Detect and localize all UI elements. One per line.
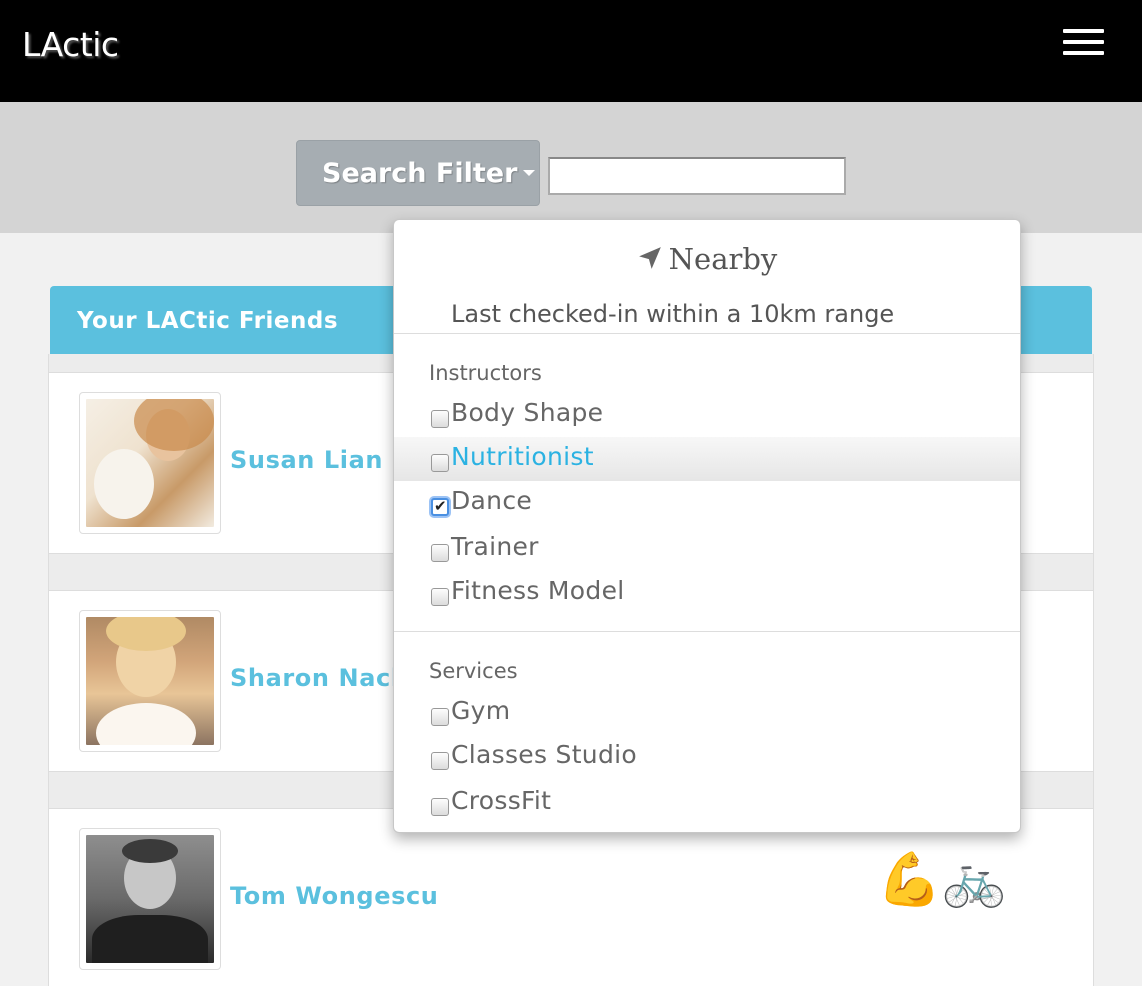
- option-trainer[interactable]: Trainer: [394, 527, 1020, 571]
- option-dance[interactable]: Dance: [394, 481, 1020, 525]
- search-filter-dropdown: Nearby Last checked-in within a 10km ran…: [393, 219, 1021, 833]
- option-nutritionist[interactable]: Nutritionist: [394, 437, 1020, 481]
- top-navbar: LActic: [0, 0, 1142, 102]
- friend-name-link[interactable]: Sharon Nach: [230, 664, 409, 692]
- friend-photo: [86, 617, 214, 745]
- friend-avatar[interactable]: [79, 828, 221, 970]
- search-input[interactable]: [548, 157, 846, 195]
- option-gym[interactable]: Gym: [394, 691, 1020, 735]
- activity-icons: 💪🚲: [877, 850, 1007, 910]
- checkbox[interactable]: [431, 410, 449, 428]
- dropdown-divider: [394, 333, 1020, 334]
- option-label: Dance: [451, 486, 533, 515]
- friend-photo: [86, 399, 214, 527]
- caret-down-icon: [523, 169, 536, 176]
- option-body-shape[interactable]: Body Shape: [394, 393, 1020, 437]
- option-fitness-model[interactable]: Fitness Model: [394, 571, 1020, 615]
- option-label: Classes Studio: [451, 740, 637, 769]
- checkbox[interactable]: [431, 752, 449, 770]
- search-filter-button[interactable]: Search Filter: [296, 140, 540, 206]
- dropdown-divider: [394, 631, 1020, 632]
- friend-avatar[interactable]: [79, 610, 221, 752]
- option-label: Gym: [451, 696, 511, 725]
- section-header-services: Services: [429, 659, 518, 683]
- friend-card: Tom Wongescu 💪🚲: [48, 808, 1094, 986]
- nearby-subtitle: Last checked-in within a 10km range: [451, 300, 895, 328]
- search-filter-label: Search Filter: [322, 158, 518, 189]
- option-label: Nutritionist: [451, 442, 594, 471]
- checkbox[interactable]: [431, 708, 449, 726]
- option-crossfit[interactable]: CrossFit: [394, 781, 1020, 825]
- friends-panel-title: Your LACtic Friends: [77, 308, 339, 334]
- option-classes-studio[interactable]: Classes Studio: [394, 735, 1020, 779]
- friend-photo: [86, 835, 214, 963]
- friend-name-link[interactable]: Tom Wongescu: [230, 882, 438, 910]
- option-label: Fitness Model: [451, 576, 625, 605]
- option-label: Body Shape: [451, 398, 604, 427]
- brand-logo[interactable]: LActic: [22, 25, 119, 64]
- nearby-option[interactable]: Nearby: [394, 242, 1020, 276]
- option-label: Trainer: [451, 532, 539, 561]
- location-arrow-icon: [638, 247, 661, 269]
- option-label: CrossFit: [451, 786, 552, 815]
- flexed-biceps-icon: 💪: [877, 850, 942, 910]
- hamburger-menu-icon[interactable]: [1063, 29, 1105, 57]
- checkbox[interactable]: [431, 454, 449, 472]
- friend-name-link[interactable]: Susan Lian: [230, 446, 383, 474]
- friend-avatar[interactable]: [79, 392, 221, 534]
- nearby-label: Nearby: [668, 242, 778, 276]
- checkbox[interactable]: [431, 588, 449, 606]
- bicycle-icon: 🚲: [941, 850, 1007, 910]
- checkbox[interactable]: [431, 798, 449, 816]
- checkbox-checked[interactable]: [431, 497, 449, 516]
- checkbox[interactable]: [431, 544, 449, 562]
- section-header-instructors: Instructors: [429, 361, 542, 385]
- search-bar-region: Search Filter: [0, 102, 1142, 233]
